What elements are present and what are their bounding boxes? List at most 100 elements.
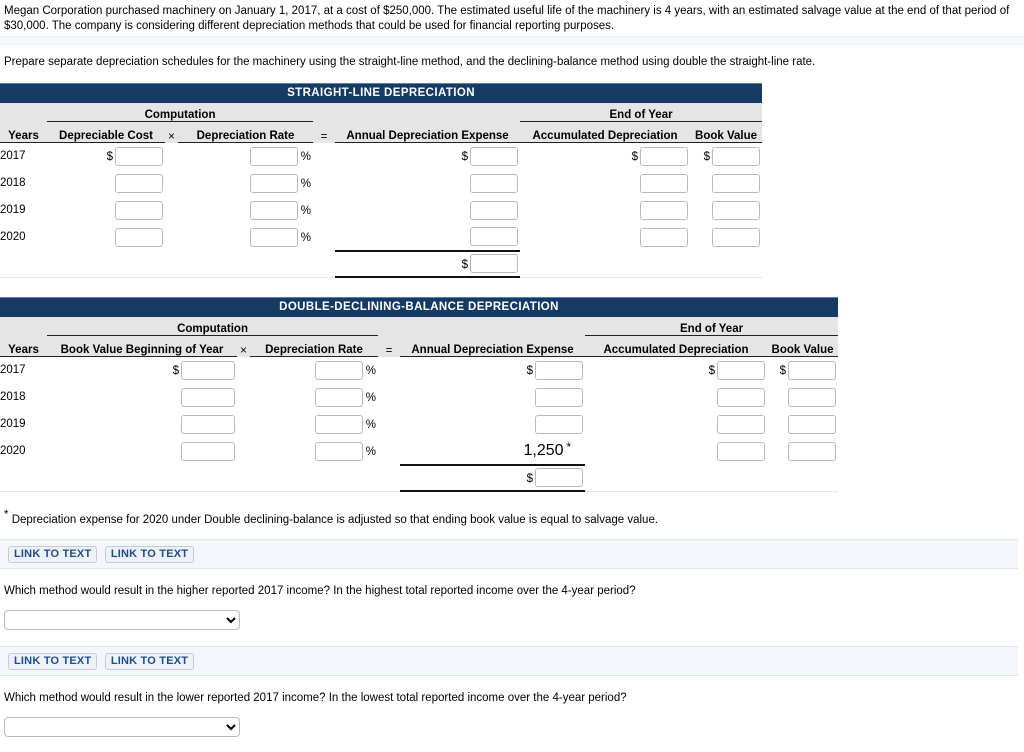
- group-header-row: Computation End of Year: [0, 316, 839, 336]
- input-annual-expense-2020[interactable]: [470, 227, 519, 246]
- input-ddb-annual-expense-2017[interactable]: [535, 360, 584, 380]
- input-book-value-2017[interactable]: [712, 146, 761, 166]
- input-accumulated-2018[interactable]: [640, 173, 689, 193]
- straight-line-schedule: STRAIGHT-LINE DEPRECIATION Computation E…: [0, 82, 1024, 278]
- input-ddb-accumulated-2019[interactable]: [717, 414, 766, 434]
- col-book-value: Book Value: [767, 335, 839, 357]
- cell-annual-expense: [400, 410, 586, 438]
- input-book-value-beginning-2018[interactable]: [181, 387, 235, 407]
- spacer-cell: [47, 464, 237, 491]
- cell-depreciation-rate: %: [250, 356, 379, 384]
- input-ddb-annual-expense-2019[interactable]: [535, 414, 584, 434]
- input-book-value-2018[interactable]: [712, 173, 761, 193]
- input-depreciation-rate-2017[interactable]: [249, 146, 298, 166]
- spacer-cell: [0, 316, 47, 336]
- cell-depreciation-rate: %: [178, 223, 314, 251]
- input-ddb-book-value-2020[interactable]: [788, 441, 837, 461]
- input-accumulated-2020[interactable]: [640, 227, 689, 247]
- cell-annual-expense-static: 1,250 *: [400, 437, 586, 466]
- input-ddb-rate-2019[interactable]: [314, 414, 363, 434]
- input-ddb-rate-2018[interactable]: [314, 387, 363, 407]
- col-depreciation-rate: Depreciation Rate: [178, 121, 314, 143]
- input-book-value-beginning-2019[interactable]: [181, 414, 235, 434]
- input-depreciable-cost-2020[interactable]: [115, 227, 163, 247]
- input-book-value-2019[interactable]: [712, 200, 761, 220]
- row-year-label: 2017: [0, 142, 47, 170]
- dollar-sign: $: [461, 151, 469, 164]
- input-ddb-book-value-2018[interactable]: [788, 387, 837, 407]
- column-header-row: Years Depreciable Cost × Depreciation Ra…: [0, 121, 763, 143]
- input-ddb-rate-2020[interactable]: [314, 441, 363, 461]
- input-ddb-accumulated-2017[interactable]: [717, 360, 766, 380]
- spacer-cell: [313, 169, 336, 197]
- input-depreciation-rate-2020[interactable]: [249, 227, 298, 247]
- input-annual-expense-2017[interactable]: [470, 146, 519, 166]
- link-to-text-button-2b[interactable]: LINK TO TEXT: [104, 653, 195, 671]
- cell-depreciable-cost: $: [47, 142, 165, 170]
- cell-depreciation-rate: %: [178, 142, 314, 170]
- input-accumulated-2017[interactable]: [640, 146, 689, 166]
- col-years: Years: [0, 121, 47, 143]
- input-annual-expense-2019[interactable]: [470, 200, 519, 220]
- table-row: 2019 %: [0, 410, 839, 438]
- column-header-row: Years Book Value Beginning of Year × Dep…: [0, 335, 839, 357]
- cell-annual-expense: [335, 223, 521, 252]
- input-ddb-book-value-2019[interactable]: [788, 414, 837, 434]
- operator-equals: =: [313, 121, 336, 143]
- input-ddb-accumulated-2018[interactable]: [717, 387, 766, 407]
- cell-accumulated: $: [585, 356, 768, 384]
- input-depreciable-cost-2018[interactable]: [115, 173, 163, 193]
- input-annual-expense-2018[interactable]: [470, 173, 519, 193]
- input-depreciable-cost-2019[interactable]: [115, 200, 163, 220]
- cell-book-value: [690, 223, 763, 251]
- question-2-answer-select[interactable]: Straight-line method Double-declining-ba…: [4, 717, 240, 738]
- cell-annual-expense: [335, 196, 521, 224]
- instruction-text: Prepare separate depreciation schedules …: [0, 45, 1024, 70]
- input-book-value-2020[interactable]: [712, 227, 761, 247]
- cell-book-value: [690, 169, 763, 197]
- row-year-label: 2018: [0, 383, 47, 411]
- link-to-text-button-1b[interactable]: LINK TO TEXT: [104, 546, 195, 564]
- spacer-cell: [767, 464, 839, 491]
- input-accumulated-2019[interactable]: [640, 200, 689, 220]
- spacer-cell: [165, 196, 178, 224]
- asterisk-marker: *: [4, 508, 9, 521]
- cell-accumulated: [585, 437, 768, 465]
- percent-sign: %: [300, 205, 312, 218]
- dollar-sign: $: [106, 151, 113, 164]
- group-header-row: Computation End of Year: [0, 102, 763, 122]
- spacer-cell: [0, 464, 47, 491]
- col-depreciable-cost: Depreciable Cost: [47, 121, 165, 143]
- input-ddb-accumulated-2020[interactable]: [717, 441, 766, 461]
- input-depreciation-rate-2019[interactable]: [249, 200, 298, 220]
- dollar-sign: $: [172, 365, 179, 378]
- link-to-text-button-2a[interactable]: LINK TO TEXT: [8, 653, 98, 671]
- input-book-value-beginning-2020[interactable]: [181, 441, 235, 461]
- col-book-value: Book Value: [690, 121, 763, 143]
- cell-accumulated: [585, 410, 768, 438]
- spacer-cell: [0, 102, 47, 122]
- link-to-text-button-1a[interactable]: LINK TO TEXT: [8, 546, 98, 564]
- cell-book-value: [690, 196, 763, 224]
- table-row: 2018 %: [0, 383, 839, 411]
- input-depreciable-cost-2017[interactable]: [115, 146, 163, 166]
- percent-sign: %: [365, 446, 377, 459]
- question-1-answer-select[interactable]: Straight-line method Double-declining-ba…: [4, 610, 240, 631]
- dollar-sign: $: [631, 151, 639, 164]
- col-years: Years: [0, 335, 47, 357]
- input-book-value-beginning-2017[interactable]: [181, 360, 235, 380]
- dollar-sign: $: [708, 365, 716, 378]
- input-total-annual-expense-sl[interactable]: [470, 254, 519, 273]
- dollar-sign: $: [526, 472, 534, 485]
- spacer-cell: [378, 383, 401, 411]
- input-depreciation-rate-2018[interactable]: [249, 173, 298, 193]
- input-ddb-rate-2017[interactable]: [314, 360, 363, 380]
- input-ddb-book-value-2017[interactable]: [788, 360, 837, 380]
- ddb-2020-expense-value: 1,250: [523, 441, 564, 459]
- link-bar-2: LINK TO TEXT LINK TO TEXT: [0, 646, 1018, 677]
- spacer-cell: [313, 142, 336, 170]
- spacer-cell: [585, 464, 768, 491]
- input-total-annual-expense-ddb[interactable]: [535, 468, 584, 487]
- input-ddb-annual-expense-2018[interactable]: [535, 387, 584, 407]
- group-header-computation: Computation: [47, 316, 379, 336]
